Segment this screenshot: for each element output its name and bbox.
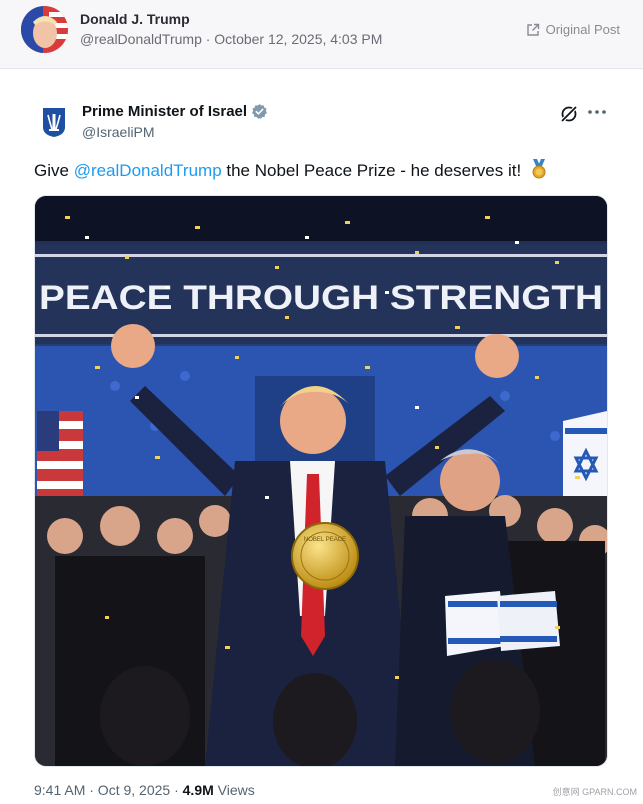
verified-badge-icon: [252, 104, 267, 119]
avatar[interactable]: [21, 6, 68, 53]
israel-emblem-icon[interactable]: [37, 105, 71, 139]
watermark: 创意网 GPARN.COM: [552, 787, 637, 798]
medal-text: NOBEL PEACE: [304, 537, 346, 543]
more-options-icon[interactable]: [586, 102, 608, 122]
tweet-author-handle[interactable]: @IsraeliPM: [82, 124, 155, 140]
tweet-text-end: the Nobel Peace Prize - he deserves it!: [221, 161, 522, 180]
views-label: Views: [213, 782, 255, 798]
original-post-link[interactable]: Original Post: [526, 22, 620, 37]
tweet-author-name[interactable]: Prime Minister of Israel: [82, 103, 268, 120]
external-link-icon: [526, 23, 539, 36]
tweet-text: Give @realDonaldTrump the Nobel Peace Pr…: [34, 159, 548, 184]
views-count: 4.9M: [182, 782, 214, 798]
mention-link[interactable]: @realDonaldTrump: [74, 161, 222, 180]
banner-text: PEACE THROUGH STRENGTH: [39, 279, 603, 317]
author-name-text: Prime Minister of Israel: [82, 103, 248, 120]
header-author-name: Donald J. Trump: [80, 11, 190, 27]
medal-emoji-icon: [530, 159, 548, 184]
tweet-footer: 9:41 AM · Oct 9, 2025 · 4.9M Views: [34, 782, 255, 798]
tweet-photo[interactable]: PEACE THROUGH STRENGTH NOBEL PEACE: [34, 195, 608, 767]
tweet-timestamp[interactable]: 9:41 AM · Oct 9, 2025 ·: [34, 782, 183, 798]
post-header: Donald J. Trump @realDonaldTrump · Octob…: [0, 0, 643, 69]
tweet-text-start: Give: [34, 161, 74, 180]
header-subline: @realDonaldTrump · October 12, 2025, 4:0…: [80, 31, 383, 47]
original-post-label: Original Post: [545, 22, 620, 37]
grok-icon[interactable]: [559, 104, 579, 124]
medal: [291, 522, 359, 590]
